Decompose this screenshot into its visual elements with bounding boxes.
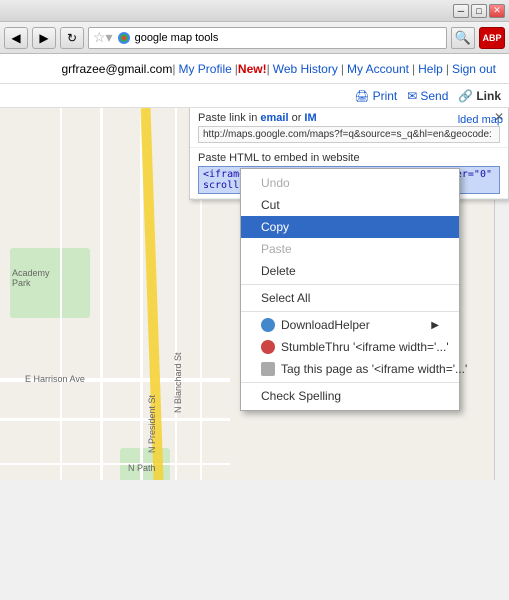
- undo-label: Undo: [261, 176, 290, 190]
- street-v-3: [175, 108, 177, 480]
- separator-6: |: [446, 62, 449, 76]
- e-harrison-label: E Harrison Ave: [25, 374, 85, 384]
- separator-4: |: [341, 62, 344, 76]
- link-link[interactable]: 🔗 Link: [458, 89, 501, 103]
- ctx-cut[interactable]: Cut: [241, 194, 459, 216]
- paste-html-label: Paste HTML to embed in website: [198, 152, 500, 164]
- user-email: grfrazee@gmail.com: [61, 62, 172, 76]
- street-v-1: [100, 108, 103, 480]
- refresh-button[interactable]: ↻: [60, 27, 84, 49]
- ctx-download-helper[interactable]: DownloadHelper ▶: [241, 314, 459, 336]
- ctx-stumblethru[interactable]: StumbleThru '<iframe width='...': [241, 336, 459, 358]
- academy-park-label: AcademyPark: [12, 268, 50, 288]
- ctx-separator-2: [241, 311, 459, 312]
- address-input[interactable]: google map tools: [135, 32, 442, 44]
- minimize-button[interactable]: ─: [453, 4, 469, 18]
- address-bar: ☆▾ google map tools: [88, 27, 447, 49]
- map-container: AcademyPark WheatonCollege E Harrison Av…: [0, 108, 509, 480]
- send-label: Send: [420, 89, 448, 103]
- email-text: email: [260, 112, 288, 124]
- sign-out-link[interactable]: Sign out: [452, 62, 496, 76]
- paste-link-label: Paste link in email or IM: [198, 112, 500, 124]
- forward-button[interactable]: ▶: [32, 27, 56, 49]
- street-v-4: [60, 108, 62, 480]
- im-text: IM: [304, 112, 316, 124]
- download-helper-label: DownloadHelper: [281, 318, 370, 332]
- new-badge: New!: [238, 62, 267, 76]
- search-button[interactable]: 🔍: [451, 27, 475, 49]
- ctx-select-all[interactable]: Select All: [241, 287, 459, 309]
- abp-button[interactable]: ABP: [479, 27, 505, 49]
- stumblethru-label: StumbleThru '<iframe width='...': [281, 340, 449, 354]
- send-icon: ✉: [407, 89, 417, 103]
- favicon-icon: [117, 31, 131, 45]
- ctx-separator-3: [241, 382, 459, 383]
- title-bar: ─ □ ✕: [0, 0, 509, 22]
- street-h-5: [0, 463, 230, 465]
- tag-page-icon: [261, 362, 275, 376]
- my-profile-link[interactable]: My Profile: [178, 62, 231, 76]
- help-link[interactable]: Help: [418, 62, 443, 76]
- enlarged-map-link[interactable]: lded map: [458, 114, 503, 126]
- google-header: grfrazee@gmail.com | My Profile | New! |…: [0, 54, 509, 84]
- chain-icon: 🔗: [458, 89, 473, 103]
- maximize-button[interactable]: □: [471, 4, 487, 18]
- send-link[interactable]: ✉ Send: [407, 89, 448, 103]
- context-menu: Undo Cut Copy Paste Delete Select All Do…: [240, 168, 460, 411]
- print-link[interactable]: 🖨 Print: [354, 89, 397, 103]
- back-button[interactable]: ◀: [4, 27, 28, 49]
- cut-label: Cut: [261, 198, 280, 212]
- delete-label: Delete: [261, 264, 296, 278]
- separator-5: |: [412, 62, 415, 76]
- map-toolbar: 🖨 Print ✉ Send 🔗 Link: [0, 84, 509, 108]
- download-helper-icon: [261, 318, 275, 332]
- window-controls: ─ □ ✕: [453, 4, 505, 18]
- ctx-copy[interactable]: Copy: [241, 216, 459, 238]
- separator-1: |: [172, 62, 175, 76]
- ctx-tag-page[interactable]: Tag this page as '<iframe width='...': [241, 358, 459, 380]
- web-history-link[interactable]: Web History: [273, 62, 338, 76]
- paste-label: Paste: [261, 242, 292, 256]
- link-label: Link: [476, 89, 501, 103]
- copy-label: Copy: [261, 220, 289, 234]
- separator-3: |: [267, 62, 270, 76]
- n-president-label: N President St: [147, 395, 157, 453]
- url-display[interactable]: http://maps.google.com/maps?f=q&source=s…: [198, 126, 500, 143]
- close-button[interactable]: ✕: [489, 4, 505, 18]
- my-account-link[interactable]: My Account: [347, 62, 409, 76]
- submenu-arrow-icon: ▶: [431, 320, 439, 331]
- street-h-2: [0, 418, 230, 421]
- stumblethru-icon: [261, 340, 275, 354]
- print-icon: 🖨: [354, 89, 369, 103]
- check-spelling-label: Check Spelling: [261, 389, 341, 403]
- nav-bar: ◀ ▶ ↻ ☆▾ google map tools 🔍 ABP: [0, 22, 509, 54]
- n-path-label: N Path: [128, 463, 156, 473]
- select-all-label: Select All: [261, 291, 310, 305]
- ctx-separator-1: [241, 284, 459, 285]
- ctx-undo[interactable]: Undo: [241, 172, 459, 194]
- tag-page-label: Tag this page as '<iframe width='...': [281, 362, 467, 376]
- ctx-delete[interactable]: Delete: [241, 260, 459, 282]
- bookmark-star-icon[interactable]: ☆▾: [93, 29, 113, 46]
- print-label: Print: [373, 89, 398, 103]
- ctx-check-spelling[interactable]: Check Spelling: [241, 385, 459, 407]
- n-blanchard-label: N Blanchard St: [173, 352, 183, 413]
- ctx-paste[interactable]: Paste: [241, 238, 459, 260]
